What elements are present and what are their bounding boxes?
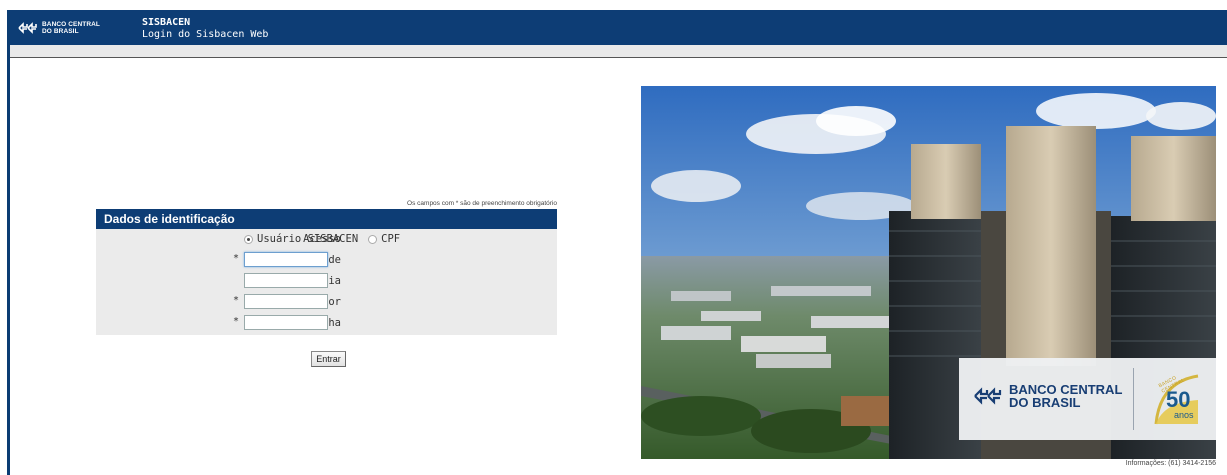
- info-phone: Informações: (61) 3414-2156: [1125, 460, 1216, 467]
- unidade-input[interactable]: [244, 252, 328, 267]
- acesso-row: Acesso Usuário SISBACEN CPF: [96, 229, 557, 249]
- dependencia-input[interactable]: [244, 273, 328, 288]
- unidade-required-mark: *: [233, 253, 240, 264]
- logo-line-1: BANCO CENTRAL: [42, 21, 100, 28]
- bcb-logo-text: BANCO CENTRAL DO BRASIL: [42, 21, 100, 35]
- brand-separator: [1133, 368, 1134, 430]
- seal-word: anos: [1174, 410, 1194, 420]
- left-border: [7, 10, 10, 475]
- unidade-row: Unidade *: [96, 250, 557, 270]
- page-subtitle: Login do Sisbacen Web: [142, 29, 269, 40]
- logo-line-2: DO BRASIL: [42, 28, 79, 35]
- login-form: Acesso Usuário SISBACEN CPF Unidade * De…: [96, 229, 557, 335]
- entrar-button[interactable]: Entrar: [311, 351, 346, 367]
- photo-brand-text: BANCO CENTRAL DO BRASIL: [1009, 383, 1122, 409]
- system-title: SISBACEN: [142, 17, 191, 28]
- radio-cpf[interactable]: [368, 234, 378, 244]
- form-section-title: Dados de identificação: [96, 209, 557, 229]
- top-margin: [0, 0, 1227, 10]
- radio-cpf-label[interactable]: CPF: [381, 233, 400, 245]
- bcb-brand-icon: [974, 387, 1002, 405]
- photo-brand-panel: BANCO CENTRAL DO BRASIL BANCO CENTRAL 50…: [959, 358, 1216, 440]
- headquarters-photo: BANCO CENTRAL DO BRASIL BANCO CENTRAL 50…: [641, 86, 1216, 459]
- photo-brand-logo: BANCO CENTRAL DO BRASIL: [973, 383, 1122, 409]
- senha-input[interactable]: [244, 315, 328, 330]
- toolbar-strip: [10, 45, 1227, 58]
- senha-row: Senha *: [96, 313, 557, 333]
- radio-usuario-sisbacen-label[interactable]: Usuário SISBACEN: [257, 233, 358, 245]
- seal-number: 50: [1166, 387, 1191, 412]
- acesso-radio-group: Usuário SISBACEN CPF: [244, 233, 406, 245]
- app-header: BANCO CENTRAL DO BRASIL SISBACEN Login d…: [7, 10, 1227, 45]
- brand-line-2: DO BRASIL: [1009, 395, 1081, 410]
- bcb-logo: BANCO CENTRAL DO BRASIL: [17, 21, 100, 35]
- operador-row: Operador *: [96, 292, 557, 312]
- required-fields-note: Os campos com * são de preenchimento obr…: [407, 200, 557, 207]
- anniversary-seal: BANCO CENTRAL 50 anos: [1154, 372, 1202, 426]
- operador-input[interactable]: [244, 294, 328, 309]
- operador-required-mark: *: [233, 295, 240, 306]
- senha-required-mark: *: [233, 316, 240, 327]
- dependencia-row: Dependência: [96, 271, 557, 291]
- bcb-logo-icon: [18, 22, 37, 34]
- radio-usuario-sisbacen[interactable]: [244, 234, 253, 244]
